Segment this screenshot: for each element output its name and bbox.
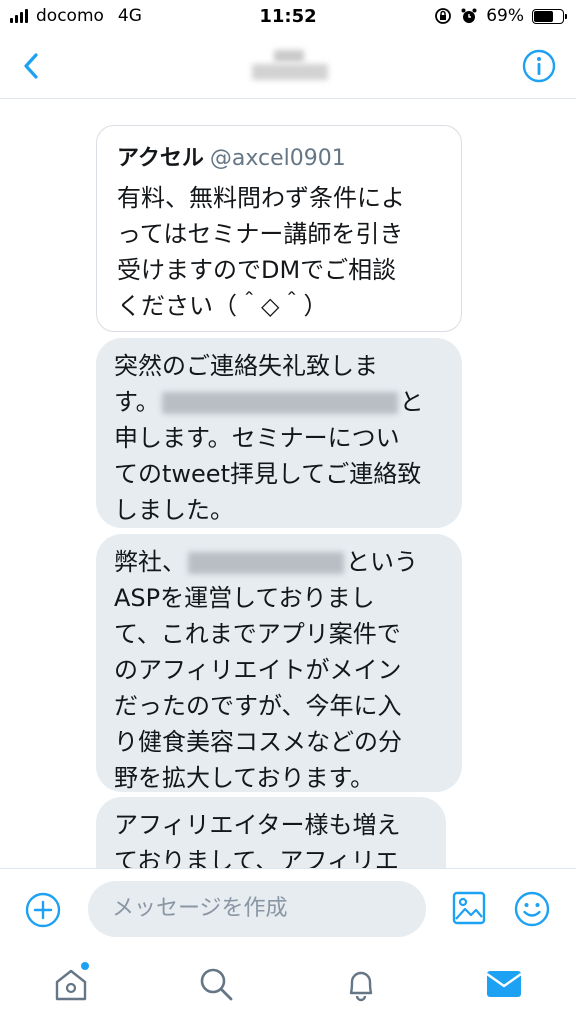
- message-composer: メッセージを作成: [0, 868, 576, 951]
- plus-circle-icon: [25, 892, 61, 928]
- message-bubble[interactable]: 弊社、 という ASPを運営しておりまし て、これまでアプリ案件で のアフィリエイ…: [96, 534, 462, 792]
- quoted-author-handle: @axcel0901: [209, 146, 346, 171]
- battery-icon: [532, 8, 567, 24]
- tab-home[interactable]: [49, 962, 93, 1006]
- image-button[interactable]: [450, 889, 488, 927]
- battery-percent: 69%: [486, 6, 524, 26]
- status-bar: docomo 4G 11:52 69%: [0, 0, 576, 34]
- conversation-avatar-blurred[interactable]: [248, 48, 332, 84]
- add-media-button[interactable]: [24, 891, 62, 929]
- tab-bar: [0, 950, 576, 1024]
- quoted-author-name: アクセル: [117, 146, 204, 171]
- redacted-text: [188, 552, 344, 574]
- quoted-tweet-card[interactable]: アクセル @axcel0901 有料、無料問わず条件によ ってはセミナー講師を引き…: [96, 125, 462, 332]
- message-bubble[interactable]: アフィリエイター様も増え ておりまして、アフィリエ: [96, 797, 446, 868]
- info-icon: [522, 49, 556, 83]
- orientation-lock-icon: [435, 8, 452, 24]
- message-list[interactable]: アクセル @axcel0901 有料、無料問わず条件によ ってはセミナー講師を引き…: [0, 98, 576, 868]
- alarm-icon: [461, 8, 477, 23]
- quoted-tweet-text: 有料、無料問わず条件によ ってはセミナー講師を引き 受けますのでDMでご相談 く…: [117, 184, 405, 320]
- redacted-text: [161, 392, 398, 414]
- chevron-left-icon: [24, 53, 38, 79]
- smiley-icon: [514, 891, 550, 927]
- bell-icon: [349, 971, 373, 1002]
- emoji-button[interactable]: [513, 890, 551, 928]
- search-icon: [200, 968, 233, 1001]
- tab-messages[interactable]: [482, 962, 526, 1006]
- back-button[interactable]: [14, 48, 50, 84]
- new-tweets-dot: [81, 962, 89, 970]
- tab-search[interactable]: [194, 962, 238, 1006]
- message-input[interactable]: メッセージを作成: [88, 881, 426, 937]
- image-icon: [452, 891, 486, 925]
- conversation-header: [0, 34, 576, 99]
- envelope-icon: [486, 971, 522, 997]
- message-bubble[interactable]: 突然のご連絡失礼致しま す。と 申します。セミナーについ てのtweet拝見して…: [96, 338, 462, 528]
- tab-notifications[interactable]: [339, 962, 383, 1006]
- info-button[interactable]: [522, 49, 556, 83]
